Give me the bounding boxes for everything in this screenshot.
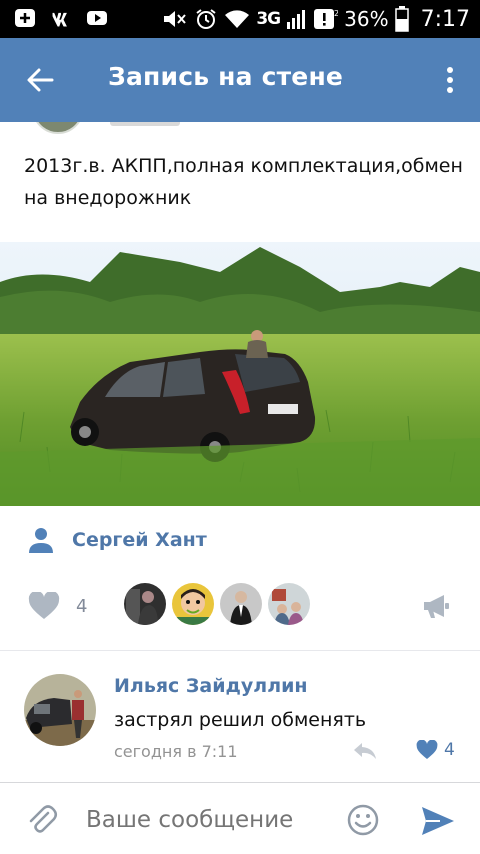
like-button[interactable]: 4 [28,591,98,621]
person-icon [29,528,53,553]
signal-icon [287,10,306,29]
comment-item: Ильяс Зайдуллин застрял решил обменять с… [0,664,480,776]
battery-percent: 36% [344,7,389,31]
add-icon [15,9,35,27]
post-header-peek [0,122,480,136]
heart-icon [28,592,60,619]
send-icon[interactable] [420,805,456,837]
signer-name: Сергей Хант [72,529,207,551]
comment-author-avatar[interactable] [24,674,96,746]
megaphone-icon[interactable] [422,592,450,620]
vk-icon [50,12,67,27]
youtube-icon [87,11,107,25]
wifi-icon [225,10,250,28]
comment-author-name[interactable]: Ильяс Зайдуллин [114,675,308,697]
message-composer [0,782,480,854]
post-text: 2013г.в. АКПП,полная комплектация,обмен … [24,155,463,209]
post-signer[interactable]: Сергей Хант [28,524,207,556]
comment-timestamp: сегодня в 7:11 [114,742,238,761]
alarm-icon [196,9,216,29]
status-bar: 3G 2 36% 7:17 [0,0,480,38]
page-title: Запись на стене [108,62,344,91]
liker-avatar-1[interactable] [124,583,166,625]
message-input[interactable] [86,803,326,837]
emoji-icon[interactable] [346,803,380,837]
comment-likes-count: 4 [444,740,455,760]
divider [0,650,480,651]
arrow-back-icon[interactable] [20,60,60,100]
clock: 7:17 [420,6,470,32]
heart-filled-icon [416,740,438,759]
liker-avatar-2[interactable] [172,583,214,625]
comment-text: застрял решил обменять [114,709,367,731]
car-in-field-image [0,242,480,506]
app-bar: Запись на стене [0,38,480,122]
post-date-placeholder [110,122,180,126]
liker-avatar-3[interactable] [220,583,262,625]
comment-like-button[interactable]: 4 [416,740,455,760]
more-vertical-icon[interactable] [438,60,462,100]
network-type: 3G [256,9,281,29]
liker-avatar-4[interactable] [268,583,310,625]
battery-icon [394,6,409,32]
paperclip-icon[interactable] [26,803,58,835]
reply-icon[interactable] [352,740,378,762]
mute-icon [164,11,187,27]
post-actions: 4 [0,580,480,630]
post-author-avatar[interactable] [32,122,84,134]
svg-text:2: 2 [334,9,338,18]
post-photo[interactable] [0,242,480,506]
likes-count: 4 [76,595,88,617]
notification-icon: 2 [314,9,338,29]
